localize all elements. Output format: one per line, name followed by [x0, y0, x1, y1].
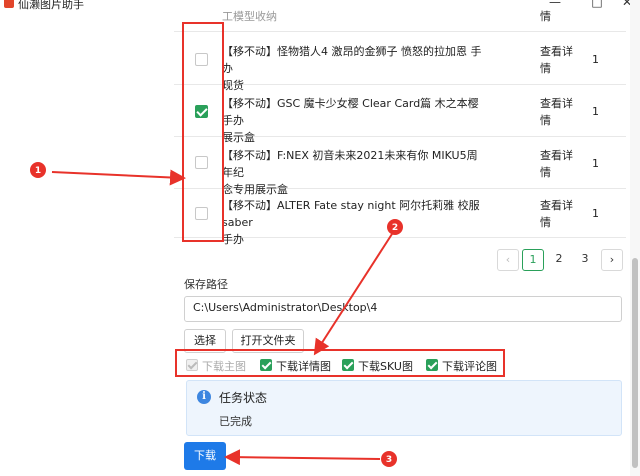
- next-page-button[interactable]: ›: [601, 249, 623, 271]
- download-main-image-checkbox[interactable]: [186, 359, 198, 371]
- product-name: 工模型收纳: [222, 10, 277, 23]
- view-detail-link[interactable]: 查看详情: [540, 43, 576, 77]
- callout-1-marker: [30, 162, 46, 178]
- status-text: 已完成: [219, 415, 252, 428]
- callout-1-text: 1: [35, 166, 41, 176]
- table-row: 【移不动】ALTER Fate stay night 阿尔托莉雅 校服saber…: [174, 190, 626, 246]
- download-detail-image-checkbox[interactable]: [260, 359, 272, 371]
- quantity: 1: [592, 157, 599, 170]
- row-checkbox[interactable]: [195, 156, 208, 169]
- scrollbar-thumb[interactable]: [632, 258, 638, 468]
- download-review-image-label: 下载评论图: [442, 360, 497, 373]
- page-button-3[interactable]: 3: [574, 249, 596, 271]
- info-icon: i: [197, 390, 211, 404]
- view-detail-link[interactable]: 情: [540, 8, 576, 25]
- table-row: 【移不动】GSC 魔卡少女樱 Clear Card篇 木之本樱 手办 展示盒 查看…: [174, 86, 626, 144]
- view-detail-link[interactable]: 查看详情: [540, 95, 576, 129]
- save-path-label: 保存路径: [184, 278, 228, 291]
- download-button[interactable]: 下载: [184, 442, 226, 470]
- row-checkbox[interactable]: [195, 105, 208, 118]
- table-row: 【移不动】怪物猎人4 激昂的金狮子 愤怒的拉加恩 手办 现货 查看详情 1: [174, 33, 626, 92]
- download-main-image-label: 下载主图: [202, 360, 246, 373]
- row-checkbox[interactable]: [195, 53, 208, 66]
- app-logo-icon: [4, 0, 14, 8]
- quantity: 1: [592, 105, 599, 118]
- view-detail-link[interactable]: 查看详情: [540, 147, 576, 181]
- table-row: 【移不动】F:NEX 初音未来2021未来有你 MIKU5周年纪 念专用展示盒 查…: [174, 138, 626, 196]
- save-path-input[interactable]: C:\Users\Administrator\Desktop\4: [184, 296, 622, 322]
- page-button-1[interactable]: 1: [522, 249, 544, 271]
- open-folder-button[interactable]: 打开文件夹: [232, 329, 304, 353]
- download-sku-image-label: 下载SKU图: [358, 360, 413, 373]
- view-detail-link[interactable]: 查看详情: [540, 197, 576, 231]
- prev-page-button[interactable]: ‹: [497, 249, 519, 271]
- quantity: 1: [592, 53, 599, 66]
- row-checkbox[interactable]: [195, 207, 208, 220]
- status-title: 任务状态: [219, 391, 268, 405]
- quantity: 1: [592, 207, 599, 220]
- download-detail-image-label: 下载详情图: [276, 360, 331, 373]
- table-row: 工模型收纳 情: [174, 0, 626, 32]
- download-sku-image-checkbox[interactable]: [342, 359, 354, 371]
- download-review-image-checkbox[interactable]: [426, 359, 438, 371]
- arrow-1: [51, 169, 186, 186]
- product-name: 【移不动】ALTER Fate stay night 阿尔托莉雅 校服saber…: [222, 199, 480, 246]
- page-button-2[interactable]: 2: [548, 249, 570, 271]
- task-status-panel: i 任务状态 已完成: [186, 380, 622, 436]
- choose-folder-button[interactable]: 选择: [184, 329, 226, 353]
- window-title: 仙濑图片助手: [18, 0, 84, 11]
